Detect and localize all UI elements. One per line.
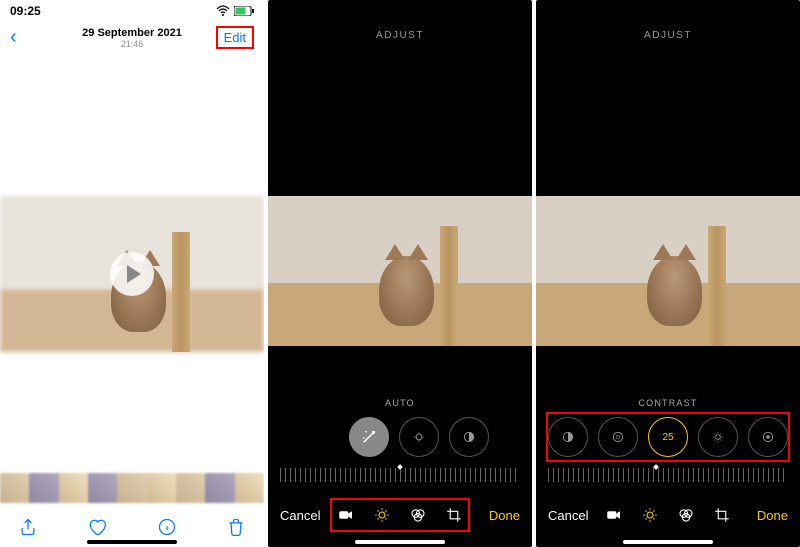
edit-bottom-bar: Cancel Done [268, 495, 532, 535]
status-time: 09:25 [10, 4, 41, 18]
exposure-dial[interactable] [399, 417, 439, 457]
magic-wand-icon [360, 428, 378, 446]
home-indicator[interactable] [623, 540, 713, 544]
adjust-header: ADJUST [536, 30, 800, 41]
adjust-mode-icon[interactable] [373, 506, 391, 524]
photos-detail-screen: 09:25 ‹ 29 September 2021 21:46 Edit [0, 0, 264, 547]
edit-button[interactable]: Edit [216, 26, 254, 49]
edit-adjust-auto-screen: ADJUST AUTO Cancel Done [268, 0, 532, 547]
done-button[interactable]: Done [738, 508, 788, 523]
filters-mode-icon[interactable] [409, 506, 427, 524]
trash-icon[interactable] [226, 517, 246, 537]
video-mode-icon[interactable] [337, 506, 355, 524]
edit-mode-tabs [598, 506, 738, 524]
blackpoint-icon [761, 430, 775, 444]
exposure-dial[interactable] [548, 417, 588, 457]
video-preview[interactable] [536, 196, 800, 346]
contrast-value: 25 [662, 432, 673, 443]
adjustment-dials [268, 417, 532, 457]
adjust-sublabel: AUTO [268, 398, 532, 408]
adjustment-dials: 25 [536, 417, 800, 457]
nav-bar: ‹ 29 September 2021 21:46 Edit [0, 22, 264, 57]
adjust-header: ADJUST [268, 30, 532, 41]
cancel-button[interactable]: Cancel [280, 508, 330, 523]
exposure-icon [412, 430, 426, 444]
heart-icon[interactable] [87, 517, 107, 537]
brightness-icon [711, 430, 725, 444]
info-icon[interactable] [157, 517, 177, 537]
home-indicator[interactable] [87, 540, 177, 544]
adjust-mode-icon[interactable] [641, 506, 659, 524]
crop-mode-icon[interactable] [713, 506, 731, 524]
adjustment-slider[interactable] [548, 468, 788, 482]
video-preview[interactable] [268, 196, 532, 346]
adjustment-slider[interactable] [280, 468, 520, 482]
brightness-dial[interactable] [698, 417, 738, 457]
edit-bottom-bar: Cancel Done [536, 495, 800, 535]
highlights-icon [611, 430, 625, 444]
cancel-button[interactable]: Cancel [548, 508, 598, 523]
filters-mode-icon[interactable] [677, 506, 695, 524]
back-button[interactable]: ‹ [10, 26, 17, 49]
play-icon[interactable] [110, 252, 154, 296]
thumbnail-strip[interactable] [0, 473, 264, 503]
contrast-dial[interactable] [449, 417, 489, 457]
status-icons [216, 5, 254, 17]
contrast-dial[interactable]: 25 [648, 417, 688, 457]
video-preview[interactable] [0, 196, 264, 352]
blackpoint-dial[interactable] [748, 417, 788, 457]
exposure-icon [561, 430, 575, 444]
share-icon[interactable] [18, 517, 38, 537]
adjust-sublabel: CONTRAST [536, 398, 800, 408]
home-indicator[interactable] [355, 540, 445, 544]
edit-mode-tabs [330, 498, 470, 532]
auto-dial[interactable] [349, 417, 389, 457]
status-bar: 09:25 [0, 0, 264, 22]
video-mode-icon[interactable] [605, 506, 623, 524]
crop-mode-icon[interactable] [445, 506, 463, 524]
edit-adjust-contrast-screen: ADJUST CONTRAST 25 Cancel [536, 0, 800, 547]
contrast-icon [462, 430, 476, 444]
battery-icon [234, 6, 254, 16]
wifi-icon [216, 5, 230, 17]
highlights-dial[interactable] [598, 417, 638, 457]
done-button[interactable]: Done [470, 508, 520, 523]
